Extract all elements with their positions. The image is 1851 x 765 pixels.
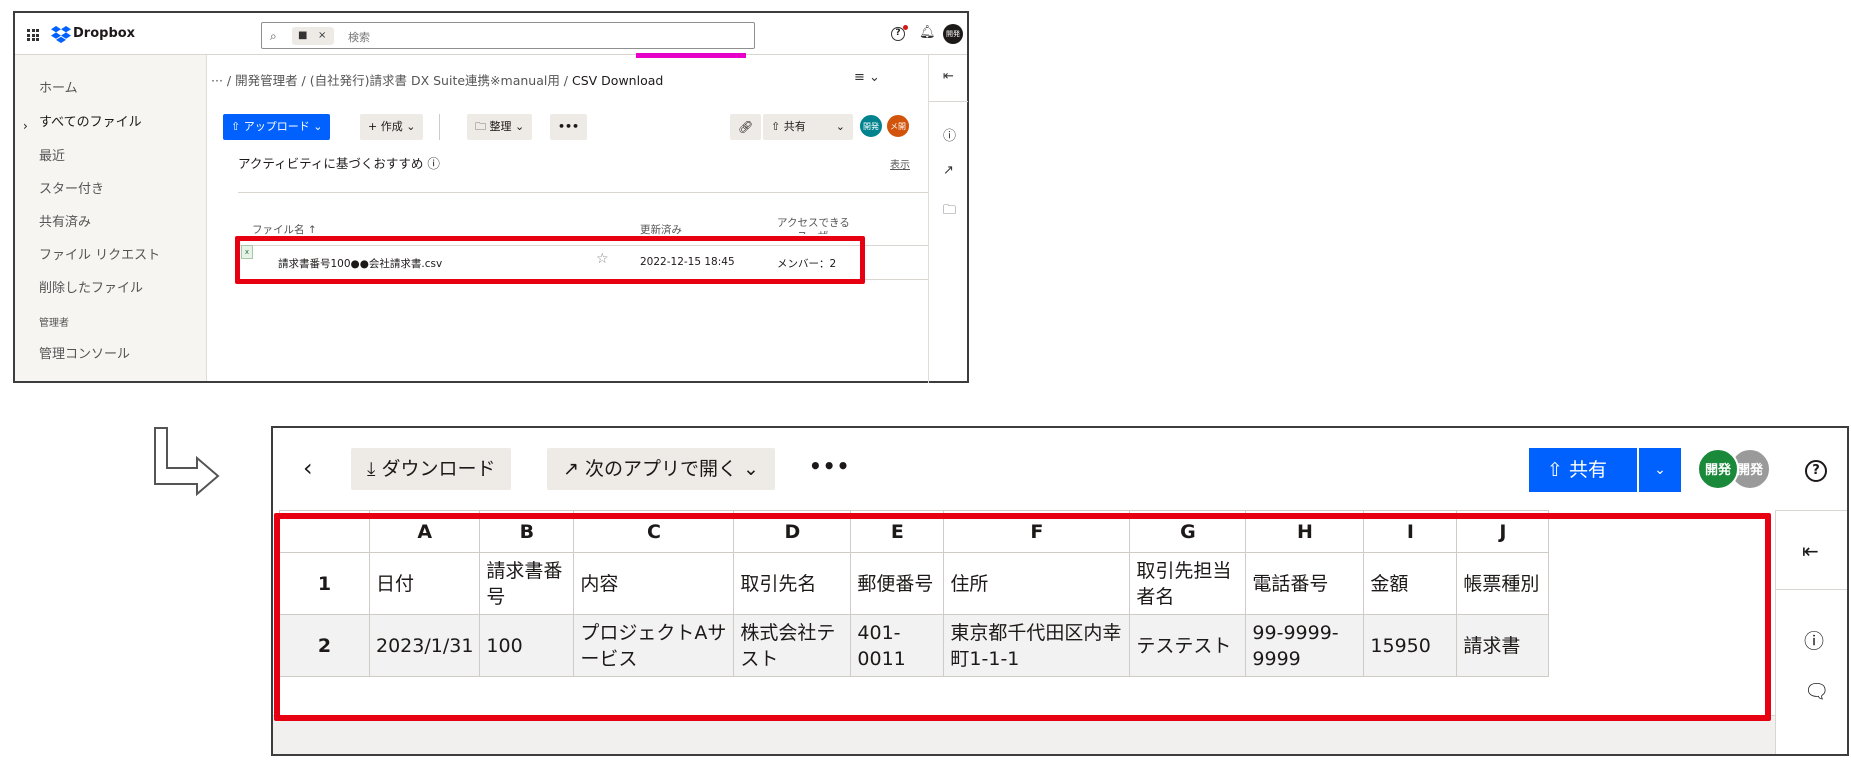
dropbox-browser-screenshot: Dropbox ⌕ ■ × 検索 ? 🔔︎ 開発 › ホーム すべてのファイル 最… xyxy=(13,11,969,383)
sidebar-item-recent[interactable]: 最近 xyxy=(39,145,65,164)
member-avatar[interactable]: 開発 xyxy=(1697,448,1739,490)
share-caret-icon[interactable]: ⌄ xyxy=(836,114,845,140)
sidebar-item-deleted-files[interactable]: 削除したファイル xyxy=(39,277,143,296)
collapse-panel-icon[interactable]: ⇤ xyxy=(943,69,954,84)
sidebar-item-file-requests[interactable]: ファイル リクエスト xyxy=(39,244,160,263)
copy-link-button[interactable]: 🔗︎ xyxy=(730,114,762,140)
more-options-icon[interactable]: ••• xyxy=(809,454,850,478)
download-button[interactable]: ⤓ ダウンロード xyxy=(351,448,512,490)
help-icon[interactable]: ? xyxy=(1805,460,1827,482)
section-divider xyxy=(238,192,928,193)
sidebar-section-admin: 管理者 xyxy=(39,318,69,329)
top-header: Dropbox ⌕ ■ × 検索 ? 🔔︎ 開発 xyxy=(15,13,967,58)
external-link-icon: ↗ xyxy=(563,458,585,480)
preview-footer xyxy=(273,715,1775,754)
search-input[interactable]: ⌕ ■ × 検索 xyxy=(261,22,755,49)
member-avatar[interactable]: 開発 xyxy=(859,114,883,138)
account-avatar[interactable]: 開発 xyxy=(943,24,963,44)
rail-divider xyxy=(1776,589,1847,590)
share-label: 共有 xyxy=(1568,459,1607,481)
flow-arrow-icon xyxy=(154,427,220,496)
sidebar: › ホーム すべてのファイル 最近 スター付き 共有済み ファイル リクエスト … xyxy=(15,55,207,381)
create-button[interactable]: + 作成 ⌄ xyxy=(360,114,424,140)
search-icon: ⌕ xyxy=(270,29,277,43)
view-options-icon[interactable]: ≡ ⌄ xyxy=(854,70,880,85)
notification-dot xyxy=(903,25,908,30)
share-label: 共有 xyxy=(783,120,806,133)
highlight-file-row-box xyxy=(235,236,865,284)
chevron-right-icon: › xyxy=(23,119,28,133)
brand-name: Dropbox xyxy=(73,26,136,41)
folder-settings-icon[interactable]: 🗀︎ xyxy=(943,201,956,223)
bell-icon[interactable]: 🔔︎ xyxy=(919,25,936,40)
organize-label: 整理 ⌄ xyxy=(489,120,525,133)
collapse-panel-icon[interactable]: ⇤ xyxy=(1802,539,1819,563)
sidebar-item-shared[interactable]: 共有済み xyxy=(39,211,91,230)
column-header-modified[interactable]: 更新済み xyxy=(640,222,682,237)
highlight-table-box xyxy=(274,513,1771,721)
link-icon: 🔗︎ xyxy=(738,120,754,134)
toolbar-divider xyxy=(439,114,440,140)
search-placeholder: 検索 xyxy=(348,31,370,44)
breadcrumb-path[interactable]: ··· / 開発管理者 / (自社発行)請求書 DX Suite連携※manua… xyxy=(211,73,572,88)
highlight-underline xyxy=(636,53,746,58)
sidebar-item-home[interactable]: ホーム xyxy=(39,77,78,96)
sidebar-item-admin-console[interactable]: 管理コンソール xyxy=(39,343,130,362)
folder-icon: 🗀︎ xyxy=(475,120,490,133)
column-header-name[interactable]: ファイル名 ↑ xyxy=(252,222,317,237)
info-icon[interactable]: ⓘ xyxy=(1804,625,1824,654)
pin-icon[interactable]: ↗ xyxy=(943,163,954,178)
comment-icon[interactable]: 🗨︎ xyxy=(1804,679,1829,703)
suggested-section-title: アクティビティに基づくおすすめ ⓘ xyxy=(238,156,440,171)
folder-filter-chip[interactable]: ■ × xyxy=(292,27,334,45)
member-avatar[interactable]: メ開 xyxy=(886,114,910,138)
right-rail: ⇤ ⓘ 🗨︎ xyxy=(1775,510,1847,754)
organize-button[interactable]: 🗀︎ 整理 ⌄ xyxy=(467,114,533,140)
share-button[interactable]: ⇧ 共有 ⌄ xyxy=(763,114,853,140)
chip-close-icon[interactable]: × xyxy=(318,27,326,45)
rail-divider xyxy=(929,101,968,102)
info-icon[interactable]: ⓘ xyxy=(943,125,956,144)
back-chevron-icon[interactable]: ‹ xyxy=(303,454,313,482)
app-grid-icon[interactable] xyxy=(27,29,39,41)
breadcrumb: ··· / 開発管理者 / (自社発行)請求書 DX Suite連携※manua… xyxy=(211,70,663,89)
dropbox-logo-icon xyxy=(51,26,71,43)
share-dropdown-button[interactable]: ⌄ xyxy=(1639,448,1681,492)
right-rail: ⇤ ⓘ ↗ 🗀︎ xyxy=(928,55,968,383)
open-with-button[interactable]: ↗ 次のアプリで開く ⌄ xyxy=(547,448,775,490)
share-icon: ⇧ xyxy=(1547,459,1569,481)
show-suggestions-link[interactable]: 表示 xyxy=(890,156,910,171)
share-button[interactable]: ⇧ 共有 xyxy=(1529,448,1637,492)
upload-button[interactable]: ⇧ アップロード ⌄ xyxy=(223,114,331,140)
sidebar-item-all-files[interactable]: すべてのファイル xyxy=(39,111,142,130)
open-with-label: 次のアプリで開く ⌄ xyxy=(584,458,759,480)
more-button[interactable]: ••• xyxy=(550,114,588,140)
column-header-access-line2: ユーザー xyxy=(797,228,839,234)
breadcrumb-current: CSV Download xyxy=(572,73,664,88)
sidebar-item-starred[interactable]: スター付き xyxy=(39,178,104,197)
share-icon: ⇧ xyxy=(771,120,784,133)
